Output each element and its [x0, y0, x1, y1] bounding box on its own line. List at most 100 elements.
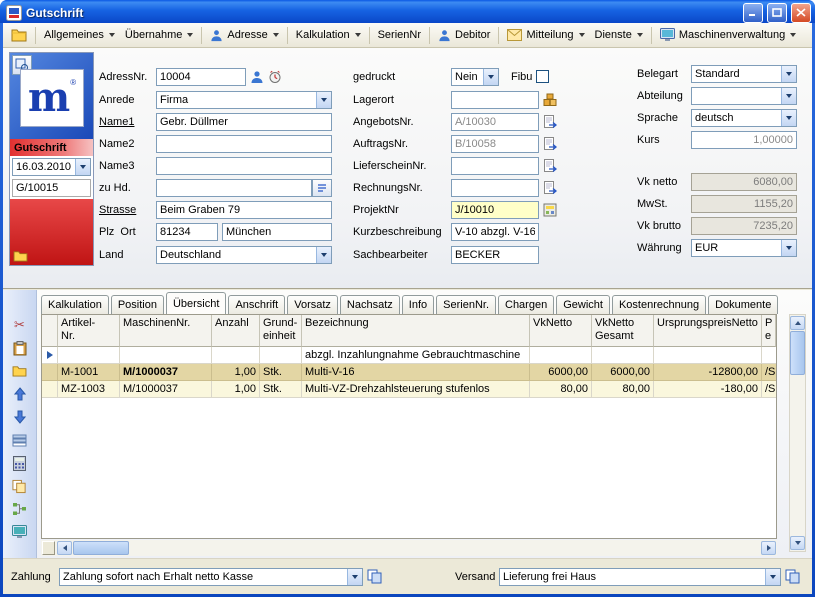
projektnr-input[interactable]: [451, 201, 539, 219]
strasse-label[interactable]: Strasse: [99, 204, 156, 216]
tab-dokumente[interactable]: Dokumente: [708, 295, 778, 314]
move-up-button[interactable]: [11, 385, 29, 403]
abteilung-select[interactable]: [691, 87, 797, 105]
menu-dienste[interactable]: Dienste: [590, 26, 648, 44]
anrede-select[interactable]: Firma: [156, 91, 332, 109]
vscroll-thumb[interactable]: [790, 331, 805, 375]
cell-bezeichnung[interactable]: abzgl. Inzahlungnahme Gebrauchtmaschine: [302, 347, 530, 364]
cell-preiseinheit[interactable]: [762, 347, 776, 364]
reminder-button[interactable]: [268, 70, 282, 84]
open-button[interactable]: [6, 25, 32, 45]
close-button[interactable]: [791, 3, 811, 23]
menu-maschinenverwaltung[interactable]: Maschinenverwaltung: [655, 25, 801, 45]
cell-einheit[interactable]: [260, 347, 302, 364]
cell-maschinennr[interactable]: M/1000037: [120, 381, 212, 398]
paste-button[interactable]: [11, 339, 29, 357]
hscroll-thumb[interactable]: [73, 541, 129, 555]
fibu-checkbox[interactable]: [536, 70, 549, 83]
belegart-select[interactable]: Standard: [691, 65, 797, 83]
cell-anzahl[interactable]: 1,00: [212, 381, 260, 398]
cut-button[interactable]: ✂: [11, 316, 29, 334]
cell-ursprungspreis[interactable]: -12800,00: [654, 364, 762, 381]
menu-debitor[interactable]: Debitor: [433, 26, 495, 45]
menu-adresse[interactable]: Adresse: [205, 26, 283, 45]
dropdown-button[interactable]: [765, 569, 780, 585]
cell-anzahl[interactable]: 1,00: [212, 364, 260, 381]
dropdown-button[interactable]: [781, 240, 796, 256]
scroll-right-button[interactable]: [761, 541, 776, 555]
scroll-down-button[interactable]: [790, 536, 805, 550]
open-lieferschein-button[interactable]: [543, 159, 558, 173]
adressnr-input[interactable]: [156, 68, 246, 86]
cell-vknetto-gesamt[interactable]: 80,00: [592, 381, 654, 398]
scroll-up-button[interactable]: [790, 316, 805, 330]
table-hscrollbar[interactable]: [41, 540, 777, 556]
minimize-button[interactable]: [743, 3, 763, 23]
cell-maschinennr[interactable]: M/1000037: [120, 364, 212, 381]
calculator-button[interactable]: [11, 454, 29, 472]
move-down-button[interactable]: [11, 408, 29, 426]
table-row[interactable]: MZ-1003 M/1000037 1,00 Stk. Multi-VZ-Dre…: [42, 381, 776, 398]
tab-chargen[interactable]: Chargen: [498, 295, 554, 314]
lagerort-input[interactable]: [451, 91, 539, 109]
table-vscrollbar[interactable]: [789, 314, 806, 552]
maximize-button[interactable]: [767, 3, 787, 23]
zahlung-select[interactable]: Zahlung sofort nach Erhalt netto Kasse: [59, 568, 363, 586]
kurs-input[interactable]: [691, 131, 797, 149]
tab-uebersicht[interactable]: Übersicht: [166, 292, 226, 314]
titlebar[interactable]: Gutschrift: [0, 0, 815, 23]
open-rechnung-button[interactable]: [543, 181, 558, 195]
cell-ursprungspreis[interactable]: [654, 347, 762, 364]
sprache-select[interactable]: deutsch: [691, 109, 797, 127]
tab-seriennr[interactable]: SerienNr.: [436, 295, 496, 314]
dropdown-button[interactable]: [316, 247, 331, 263]
name2-input[interactable]: [156, 135, 332, 153]
tab-anschrift[interactable]: Anschrift: [228, 295, 285, 314]
tab-kalkulation[interactable]: Kalkulation: [41, 295, 109, 314]
menu-seriennr[interactable]: SerienNr: [373, 26, 426, 44]
kurzbeschreibung-input[interactable]: [451, 223, 539, 241]
dropdown-button[interactable]: [781, 66, 796, 82]
land-select[interactable]: Deutschland: [156, 246, 332, 264]
cell-vknetto[interactable]: 6000,00: [530, 364, 592, 381]
cell-einheit[interactable]: Stk.: [260, 381, 302, 398]
scroll-left-button[interactable]: [57, 541, 72, 555]
cell-bezeichnung[interactable]: Multi-V-16: [302, 364, 530, 381]
ort-input[interactable]: [222, 223, 332, 241]
versand-select[interactable]: Lieferung frei Haus: [499, 568, 781, 586]
name1-input[interactable]: [156, 113, 332, 131]
tab-gewicht[interactable]: Gewicht: [556, 295, 610, 314]
folder-button[interactable]: [11, 362, 29, 380]
cell-vknetto-gesamt[interactable]: 6000,00: [592, 364, 654, 381]
contact-list-button[interactable]: [312, 179, 332, 197]
cell-einheit[interactable]: Stk.: [260, 364, 302, 381]
tab-kostenrechnung[interactable]: Kostenrechnung: [612, 295, 706, 314]
document-date-select[interactable]: 16.03.2010: [12, 158, 91, 176]
sachbearbeiter-input[interactable]: [451, 246, 539, 264]
cell-vknetto-gesamt[interactable]: [592, 347, 654, 364]
cell-preiseinheit[interactable]: /S: [762, 364, 776, 381]
dropdown-button[interactable]: [75, 159, 90, 175]
tab-info[interactable]: Info: [402, 295, 434, 314]
menu-mitteilung[interactable]: Mitteilung: [502, 26, 589, 44]
open-auftrag-button[interactable]: [543, 137, 558, 151]
cell-ursprungspreis[interactable]: -180,00: [654, 381, 762, 398]
cell-artikelnr[interactable]: M-1001: [58, 364, 120, 381]
tree-button[interactable]: [11, 500, 29, 518]
cell-anzahl[interactable]: [212, 347, 260, 364]
insert-row-button[interactable]: [11, 431, 29, 449]
pane-splitter[interactable]: [42, 541, 55, 555]
copy-versand-button[interactable]: [785, 569, 801, 584]
table-row[interactable]: M-1001 M/1000037 1,00 Stk. Multi-V-16 60…: [42, 364, 776, 381]
cell-bezeichnung[interactable]: Multi-VZ-Drehzahlsteuerung stufenlos: [302, 381, 530, 398]
name1-label[interactable]: Name1: [99, 116, 156, 128]
dropdown-button[interactable]: [347, 569, 362, 585]
copy-button[interactable]: [11, 477, 29, 495]
name3-input[interactable]: [156, 157, 332, 175]
tab-nachsatz[interactable]: Nachsatz: [340, 295, 400, 314]
strasse-input[interactable]: [156, 201, 332, 219]
dropdown-button[interactable]: [483, 69, 498, 85]
menu-allgemeines[interactable]: Allgemeines: [39, 26, 120, 44]
menu-kalkulation[interactable]: Kalkulation: [291, 26, 366, 44]
machine-button[interactable]: [11, 523, 29, 541]
